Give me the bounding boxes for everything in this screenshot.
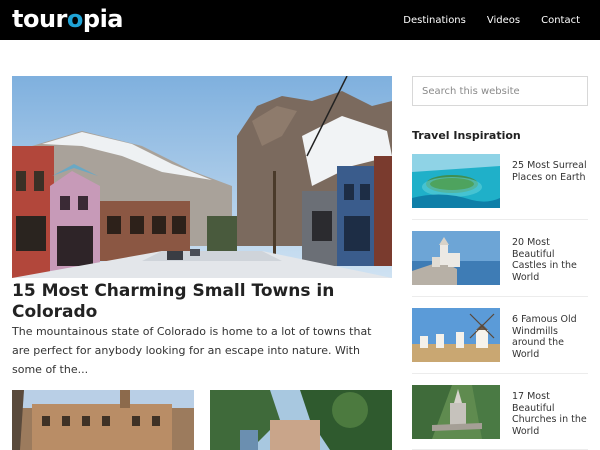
thumbnail-illustration <box>210 390 392 450</box>
sidebar-divider <box>412 296 588 297</box>
article-thumbnail-1[interactable] <box>12 390 194 450</box>
sidebar-item-label[interactable]: 6 Famous Old Windmills around the World <box>512 314 590 360</box>
feature-image[interactable] <box>12 76 392 278</box>
sidebar-item-thumbnail[interactable] <box>412 154 500 208</box>
sidebar-item-thumbnail[interactable] <box>412 231 500 285</box>
article-thumbnail-2[interactable] <box>210 390 392 450</box>
nav-contact[interactable]: Contact <box>541 15 580 26</box>
site-header: tour o pia Destinations Videos Contact <box>0 0 600 40</box>
logo-text-part2: o <box>66 5 84 33</box>
sidebar-item-label[interactable]: 20 Most Beautiful Castles in the World <box>512 237 590 283</box>
nav-videos[interactable]: Videos <box>487 15 520 26</box>
sidebar-divider <box>412 219 588 220</box>
island-thumbnail <box>412 154 500 208</box>
sidebar-item-label[interactable]: 17 Most Beautiful Churches in the World <box>512 391 590 437</box>
windmill-thumbnail <box>412 308 500 362</box>
sidebar-item-castles[interactable]: 20 Most Beautiful Castles in the World <box>412 231 588 296</box>
sidebar-item-surreal-places[interactable]: 25 Most Surreal Places on Earth <box>412 154 588 219</box>
main-nav: Destinations Videos Contact <box>403 0 580 40</box>
sidebar-divider <box>412 373 588 374</box>
logo-text-part3: pia <box>82 5 124 33</box>
sidebar-item-thumbnail[interactable] <box>412 308 500 362</box>
logo-text-part1: tour <box>12 5 67 33</box>
sidebar-item-windmills[interactable]: 6 Famous Old Windmills around the World <box>412 308 588 373</box>
sidebar-item-label[interactable]: 25 Most Surreal Places on Earth <box>512 160 590 183</box>
site-logo[interactable]: tour o pia <box>12 3 124 35</box>
thumbnail-illustration <box>12 390 194 450</box>
search-input[interactable] <box>412 76 588 106</box>
nav-destinations[interactable]: Destinations <box>403 15 466 26</box>
sidebar-item-churches[interactable]: 17 Most Beautiful Churches in the World <box>412 385 588 450</box>
feature-image-illustration <box>12 76 392 278</box>
church-thumbnail <box>412 385 500 439</box>
castle-thumbnail <box>412 231 500 285</box>
feature-excerpt: The mountainous state of Colorado is hom… <box>12 325 372 376</box>
sidebar-item-thumbnail[interactable] <box>412 385 500 439</box>
sidebar-heading: Travel Inspiration <box>412 129 521 142</box>
feature-title[interactable]: 15 Most Charming Small Towns in Colorado <box>12 281 392 323</box>
